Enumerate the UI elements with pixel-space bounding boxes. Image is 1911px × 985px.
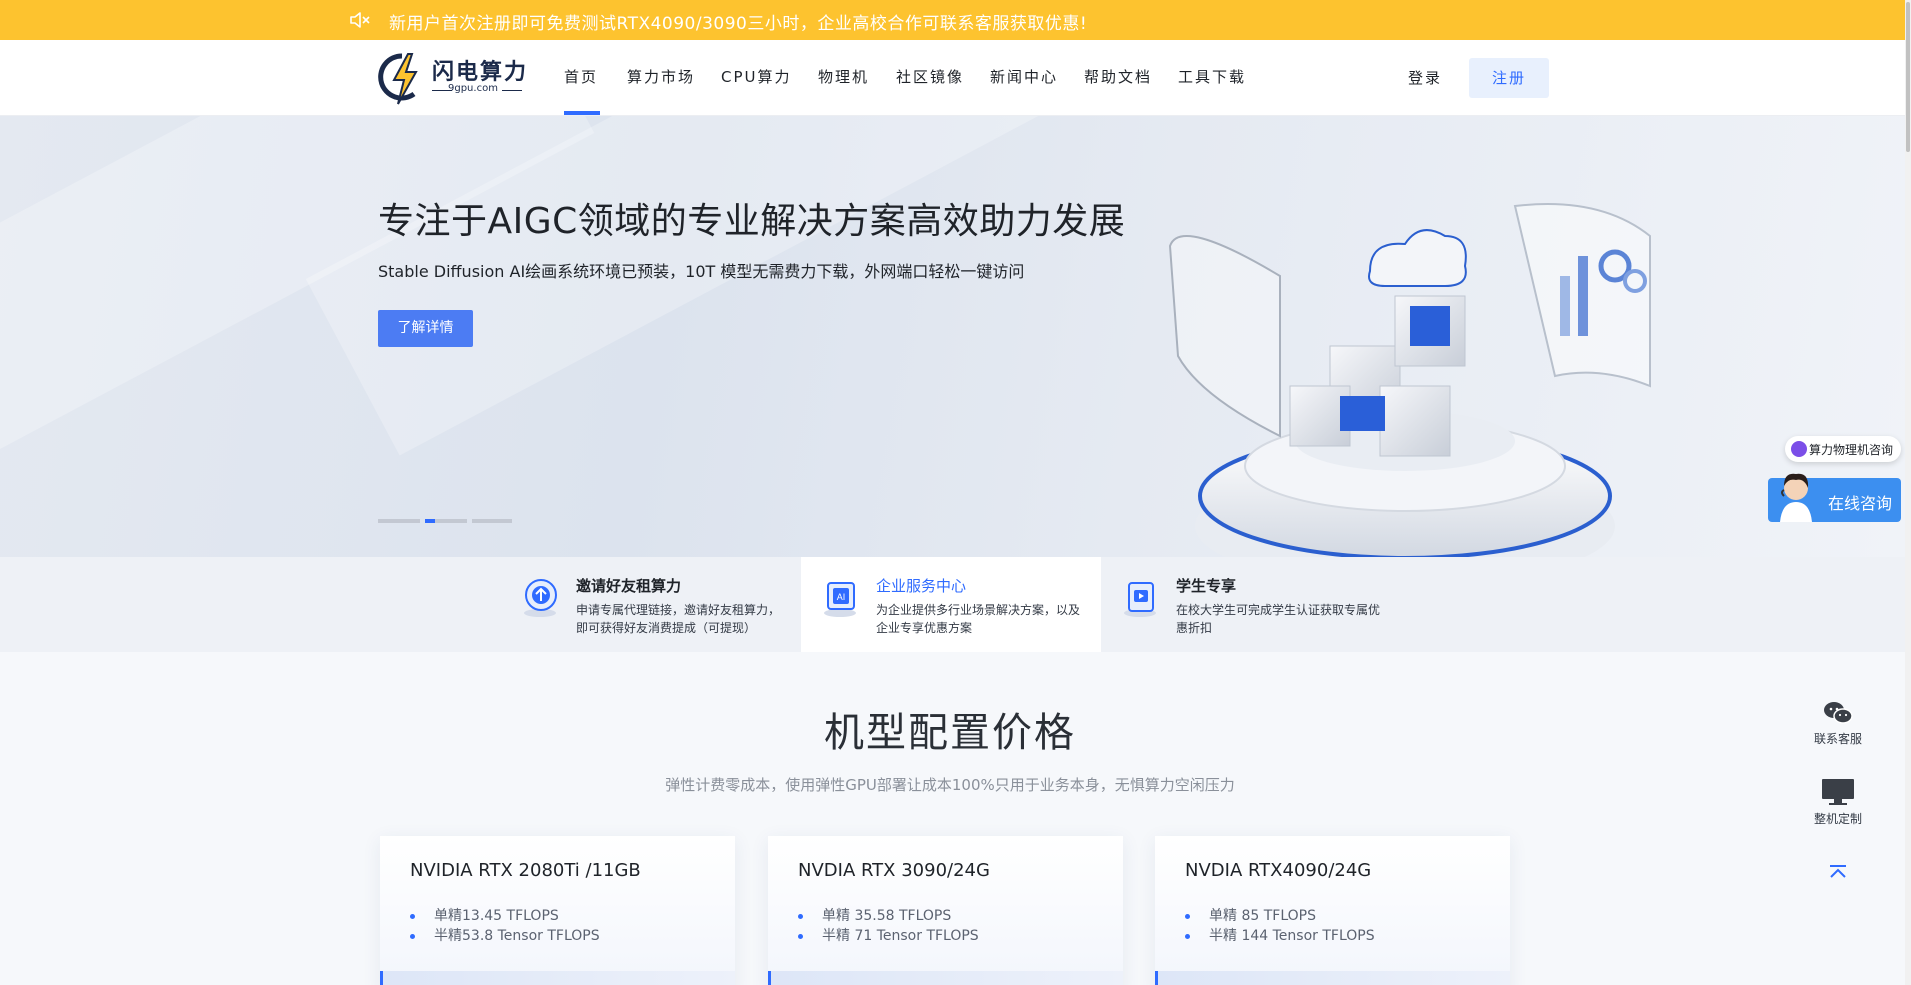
online-consult-label: 在线咨询 bbox=[1828, 494, 1893, 513]
card-spec-list: 单精 35.58 TFLOPS 半精 71 Tensor TFLOPS bbox=[798, 906, 979, 946]
svg-text:AI: AI bbox=[837, 592, 846, 602]
site-logo[interactable]: 闪电算力 9gpu.com bbox=[378, 50, 528, 106]
carousel-dot-2-active[interactable] bbox=[425, 519, 435, 523]
card-title: NVDIA RTX4090/24G bbox=[1185, 860, 1372, 881]
card-spec-item: 单精13.45 TFLOPS bbox=[410, 906, 600, 926]
nav-downloads[interactable]: 工具下载 bbox=[1178, 66, 1246, 87]
learn-more-button[interactable]: 了解详情 bbox=[378, 310, 473, 347]
announcement-bar: 新用户首次注册即可免费测试RTX4090/3090三小时，企业高校合作可联系客服… bbox=[0, 0, 1905, 40]
monitor-icon bbox=[1822, 779, 1854, 805]
card-spec-list: 单精13.45 TFLOPS 半精53.8 Tensor TFLOPS bbox=[410, 906, 600, 946]
contact-service-label: 联系客服 bbox=[1813, 732, 1862, 746]
feature-invite[interactable]: 邀请好友租算力 申请专属代理链接，邀请好友租算力，即可获得好友消费提成（可提现） bbox=[501, 557, 801, 652]
nav-market[interactable]: 算力市场 bbox=[627, 66, 695, 87]
nav-community-images[interactable]: 社区镜像 bbox=[896, 66, 964, 87]
nav-active-indicator bbox=[564, 111, 600, 115]
speaker-mute-icon bbox=[350, 12, 370, 28]
custom-build-button[interactable]: 整机定制 bbox=[1800, 778, 1876, 827]
nav-home[interactable]: 首页 bbox=[564, 66, 598, 87]
contact-service-button[interactable]: 联系客服 bbox=[1800, 700, 1876, 747]
feature-student-desc: 在校大学生可完成学生认证获取专属优惠折扣 bbox=[1176, 603, 1381, 635]
card-spec-item: 半精 71 Tensor TFLOPS bbox=[798, 926, 979, 946]
wechat-icon bbox=[1824, 702, 1853, 724]
feature-invite-desc: 申请专属代理链接，邀请好友租算力，即可获得好友消费提成（可提现） bbox=[576, 603, 781, 635]
nav-docs[interactable]: 帮助文档 bbox=[1084, 66, 1152, 87]
feature-strip: 邀请好友租算力 申请专属代理链接，邀请好友租算力，即可获得好友消费提成（可提现）… bbox=[0, 557, 1905, 652]
nav-news[interactable]: 新闻中心 bbox=[990, 66, 1058, 87]
card-spec-item: 单精 85 TFLOPS bbox=[1185, 906, 1375, 926]
card-spec-item: 半精 144 Tensor TFLOPS bbox=[1185, 926, 1375, 946]
feature-student[interactable]: 学生专享 在校大学生可完成学生认证获取专属优惠折扣 bbox=[1101, 557, 1401, 652]
page-scrollbar[interactable] bbox=[1905, 0, 1911, 985]
logo-brand-text: 闪电算力 bbox=[432, 60, 529, 85]
card-title: NVDIA RTX 3090/24G bbox=[798, 860, 990, 881]
back-to-top-button[interactable] bbox=[1800, 864, 1876, 880]
card-price-bar bbox=[768, 971, 1123, 985]
student-icon bbox=[1124, 582, 1156, 617]
physical-consult-label: 算力物理机咨询 bbox=[1809, 443, 1894, 457]
pricing-section-title: 机型配置价格 bbox=[824, 710, 1076, 756]
register-button[interactable]: 注册 bbox=[1469, 58, 1549, 98]
feature-invite-title: 邀请好友租算力 bbox=[576, 577, 682, 595]
online-consult-button[interactable]: 在线咨询 bbox=[1768, 473, 1901, 522]
carousel-dot-1[interactable] bbox=[378, 519, 420, 523]
feature-student-title: 学生专享 bbox=[1176, 577, 1237, 595]
feature-enterprise-title: 企业服务中心 bbox=[876, 577, 967, 595]
logo-domain-text: 9gpu.com bbox=[448, 83, 498, 94]
custom-build-label: 整机定制 bbox=[1813, 812, 1862, 826]
site-header: 闪电算力 9gpu.com 首页 算力市场 CPU算力 物理机 社区镜像 新闻中… bbox=[0, 40, 1905, 116]
back-to-top-icon bbox=[1830, 865, 1846, 878]
login-link[interactable]: 登录 bbox=[1408, 67, 1442, 88]
carousel-dot-2-track[interactable] bbox=[435, 519, 467, 523]
chat-bubble-icon bbox=[1791, 441, 1807, 457]
hero-banner: 专注于AIGC领域的专业解决方案高效助力发展 Stable Diffusion … bbox=[0, 116, 1905, 557]
hero-subtitle: Stable Diffusion AI绘画系统环境已预装，10T 模型无需费力下… bbox=[378, 262, 1025, 281]
ai-chip-icon: AI bbox=[824, 582, 856, 617]
pricing-section-subtitle: 弹性计费零成本，使用弹性GPU部署让成本100%只用于业务本身，无惧算力空闲压力 bbox=[665, 776, 1235, 794]
card-price-bar bbox=[380, 971, 735, 985]
pricing-card-2080ti[interactable]: NVIDIA RTX 2080Ti /11GB 单精13.45 TFLOPS 半… bbox=[380, 836, 735, 985]
card-price-bar bbox=[1155, 971, 1510, 985]
feature-enterprise-desc: 为企业提供多行业场景解决方案，以及企业专享优惠方案 bbox=[876, 603, 1081, 635]
lightning-logo-icon bbox=[378, 53, 418, 105]
pricing-card-4090[interactable]: NVDIA RTX4090/24G 单精 85 TFLOPS 半精 144 Te… bbox=[1155, 836, 1510, 985]
pricing-card-3090[interactable]: NVDIA RTX 3090/24G 单精 35.58 TFLOPS 半精 71… bbox=[768, 836, 1123, 985]
card-spec-item: 半精53.8 Tensor TFLOPS bbox=[410, 926, 600, 946]
invite-icon bbox=[524, 579, 557, 617]
hero-cloud-server-illustration bbox=[1168, 203, 1651, 557]
announcement-text: 新用户首次注册即可免费测试RTX4090/3090三小时，企业高校合作可联系客服… bbox=[389, 14, 1088, 34]
agent-avatar-icon bbox=[1780, 473, 1812, 522]
nav-cpu[interactable]: CPU算力 bbox=[721, 66, 792, 87]
hero-title: 专注于AIGC领域的专业解决方案高效助力发展 bbox=[378, 201, 1126, 242]
card-spec-list: 单精 85 TFLOPS 半精 144 Tensor TFLOPS bbox=[1185, 906, 1375, 946]
card-spec-item: 单精 35.58 TFLOPS bbox=[798, 906, 979, 926]
card-title: NVIDIA RTX 2080Ti /11GB bbox=[410, 860, 641, 881]
nav-physical[interactable]: 物理机 bbox=[818, 66, 869, 87]
physical-consult-widget[interactable]: 算力物理机咨询 bbox=[1785, 436, 1901, 462]
logo-divider-right bbox=[502, 90, 522, 91]
feature-enterprise[interactable]: AI 企业服务中心 为企业提供多行业场景解决方案，以及企业专享优惠方案 bbox=[801, 557, 1101, 652]
scrollbar-thumb[interactable] bbox=[1906, 2, 1910, 152]
carousel-dot-3[interactable] bbox=[472, 519, 512, 523]
